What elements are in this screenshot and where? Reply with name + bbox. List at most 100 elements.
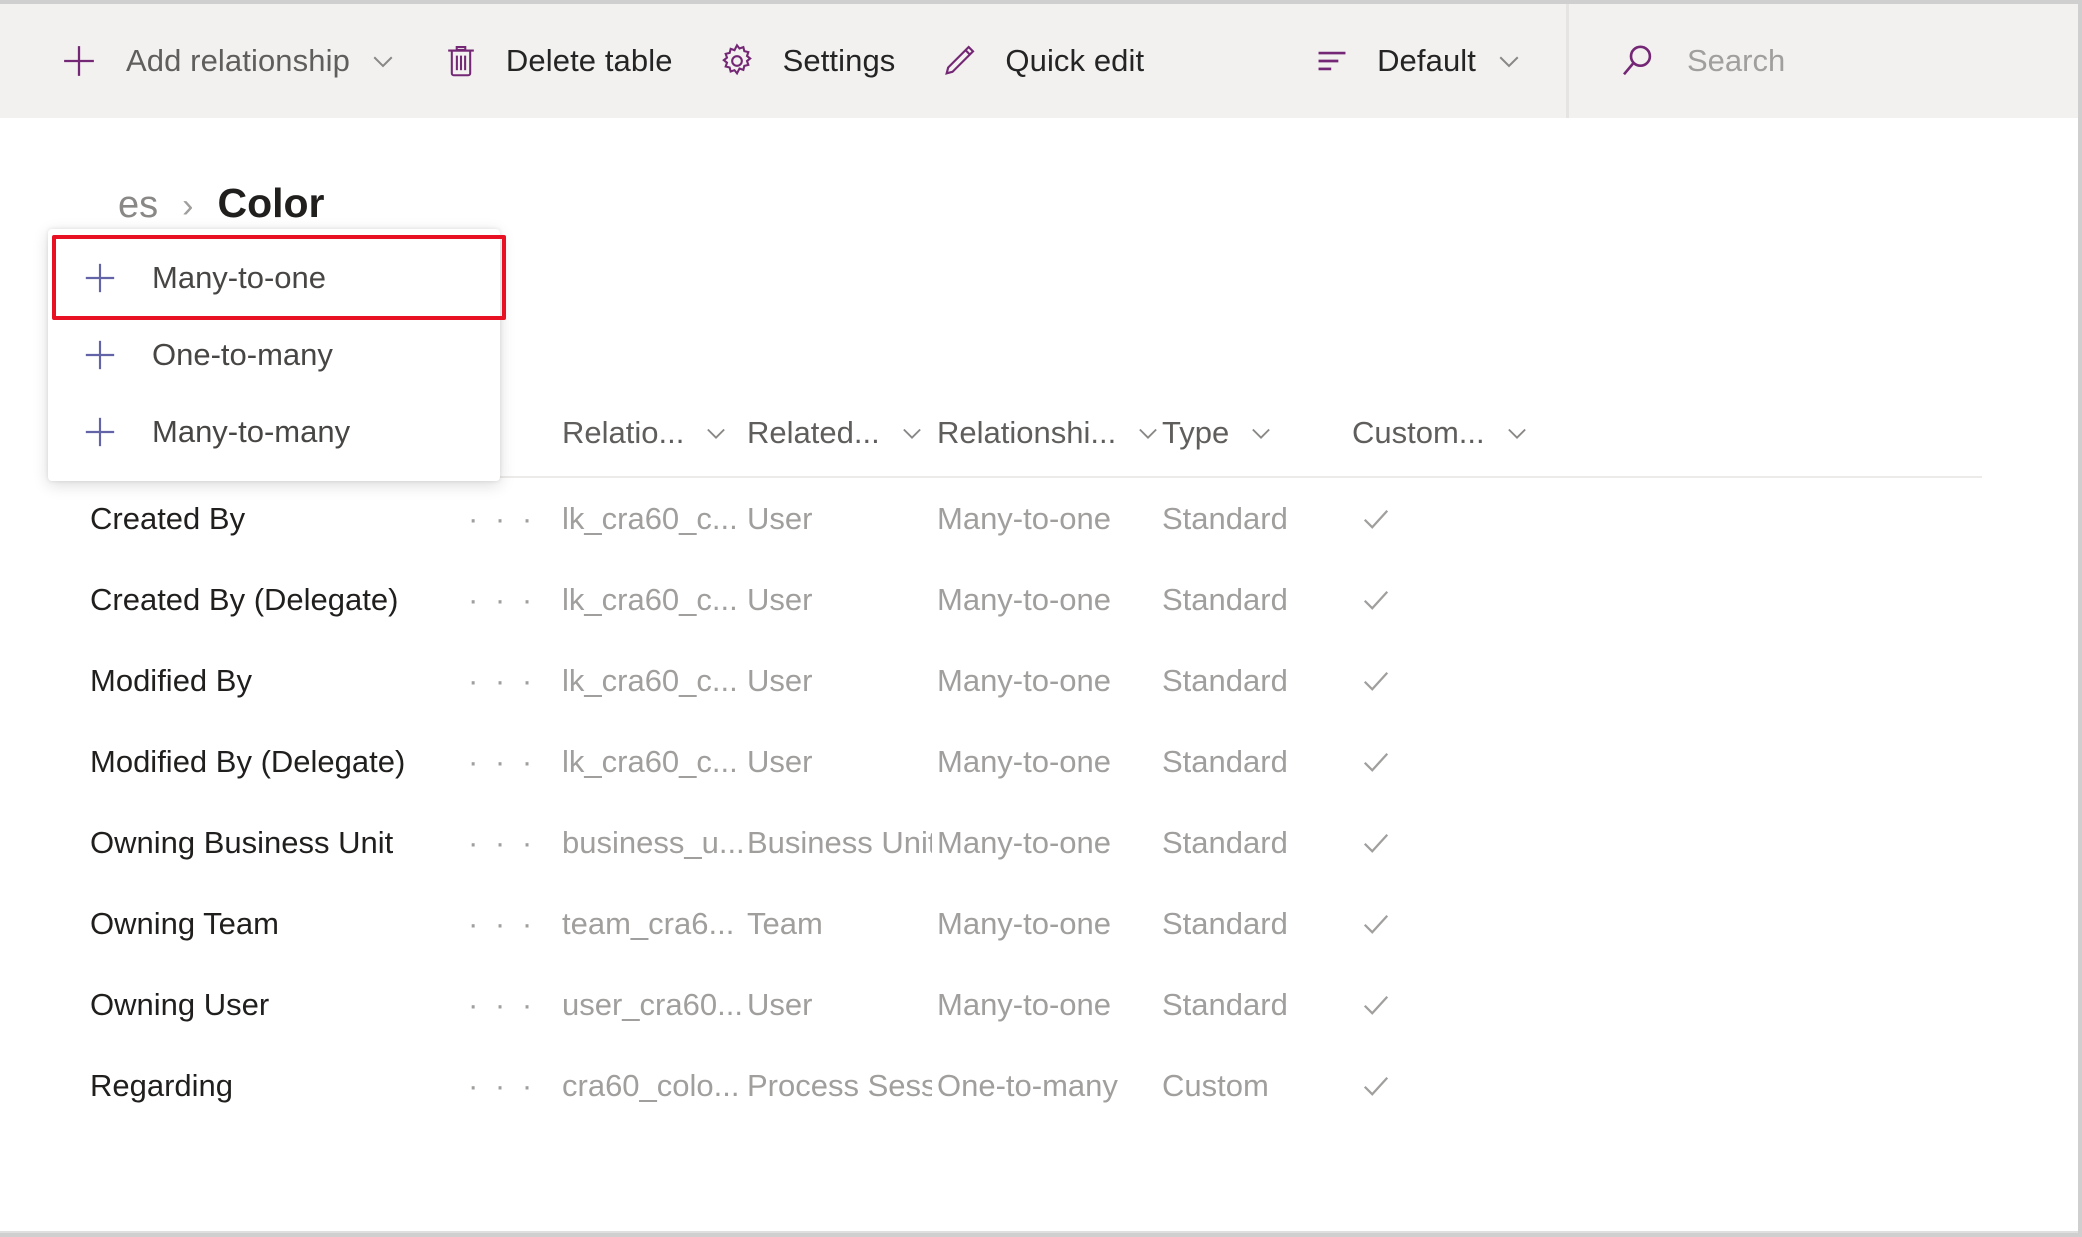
table-row[interactable]: Created By · · · lk_cra60_c... User Many… [90,478,1982,559]
chevron-down-icon[interactable] [702,419,730,447]
table-row[interactable]: Owning Team · · · team_cra6... Team Many… [90,883,1982,964]
cell-relationship-name: cra60_colo... [562,1067,740,1103]
cell-type: Standard [1162,905,1288,941]
chevron-down-icon[interactable] [1494,46,1524,76]
cell-relationship-type: Many-to-one [937,500,1112,536]
plus-icon [58,40,100,82]
column-header-related-table[interactable]: Related... [747,390,926,476]
view-selector-label: Default [1377,43,1476,78]
cell-related-table: User [747,986,813,1022]
cell-relationship-type: Many-to-one [937,986,1112,1022]
search-icon [1617,40,1659,82]
cell-type: Standard [1162,581,1288,617]
quick-edit-button[interactable]: Quick edit [939,4,1144,118]
cell-related-table: Team [747,905,823,941]
pencil-icon [939,41,979,81]
chevron-down-icon[interactable] [898,419,926,447]
search-box[interactable]: Search [1566,4,2078,118]
command-bar: Add relationship Delete table Settings Q… [0,4,2078,118]
cell-relationship-name: lk_cra60_c... [562,662,738,698]
trash-icon [442,42,480,80]
table-row[interactable]: Owning Business Unit · · · business_u...… [90,802,1982,883]
cell-type: Standard [1162,743,1288,779]
row-actions-menu[interactable]: · · · [468,883,536,964]
cell-relationship-name: team_cra6... [562,905,735,941]
cell-relationship-type: Many-to-one [937,905,1112,941]
menu-item-many-to-many[interactable]: Many-to-many [48,393,500,470]
cell-relationship-name: lk_cra60_c... [562,500,738,536]
menu-item-many-to-one[interactable]: Many-to-one [48,235,506,320]
cell-relationship-type: One-to-many [937,1067,1118,1103]
cell-type: Standard [1162,824,1288,860]
cell-relationship-name: lk_cra60_c... [562,743,738,779]
column-header-type-label: Type [1162,415,1230,450]
view-selector-button[interactable]: Default [1313,4,1566,118]
settings-button[interactable]: Settings [717,4,896,118]
cell-customizable [1358,802,1394,883]
table-row[interactable]: Modified By (Delegate) · · · lk_cra60_c.… [90,721,1982,802]
quick-edit-label: Quick edit [1005,43,1145,78]
cell-customizable [1358,721,1394,802]
column-header-related-table-label: Related... [747,415,880,450]
command-bar-left-group: Add relationship Delete table Settings Q… [0,4,1144,118]
plus-icon [78,412,122,452]
menu-item-one-to-many-label: One-to-many [152,336,333,372]
cell-type: Custom [1162,1067,1269,1103]
cell-customizable [1358,883,1394,964]
column-header-customizable-label: Custom... [1352,415,1485,450]
search-input[interactable]: Search [1687,43,1785,79]
row-actions-menu[interactable]: · · · [468,478,536,559]
add-relationship-menu: Many-to-one One-to-many Many-to-many [48,229,506,481]
app-window: Add relationship Delete table Settings Q… [0,0,2082,1237]
column-header-type[interactable]: Type [1162,390,1275,476]
cell-related-table: Process Sessi [747,1067,932,1103]
row-actions-menu[interactable]: · · · [468,964,536,1045]
table-row[interactable]: Owning User · · · user_cra60... User Man… [90,964,1982,1045]
menu-item-one-to-many[interactable]: One-to-many [48,316,500,393]
table-row[interactable]: Regarding · · · cra60_colo... Process Se… [90,1045,1982,1126]
grid-bottom-divider [0,1231,2078,1233]
chevron-down-icon[interactable] [1247,419,1275,447]
row-actions-menu[interactable]: · · · [468,640,536,721]
cell-relationship-type: Many-to-one [937,743,1112,779]
column-header-relationship-name-label: Relatio... [562,415,685,450]
chevron-right-icon: › [182,187,194,225]
breadcrumb: es › Color [118,180,325,227]
column-header-relationship-type-label: Relationshi... [937,415,1117,450]
column-header-customizable[interactable]: Custom... [1352,390,1531,476]
cell-customizable [1358,559,1394,640]
column-header-relationship-type[interactable]: Relationshi... [937,390,1162,476]
cell-customizable [1358,478,1394,559]
row-actions-menu[interactable]: · · · [468,802,536,883]
delete-table-button[interactable]: Delete table [442,4,673,118]
row-actions-menu[interactable]: · · · [468,721,536,802]
row-actions-menu[interactable]: · · · [468,1045,536,1126]
menu-item-many-to-one-label: Many-to-one [152,259,327,295]
table-row[interactable]: Modified By · · · lk_cra60_c... User Man… [90,640,1982,721]
cell-related-table: User [747,743,813,779]
cell-relationship-type: Many-to-one [937,662,1112,698]
delete-table-label: Delete table [505,43,673,78]
column-header-relationship-name[interactable]: Relatio... [562,390,730,476]
cell-related-table: User [747,581,813,617]
view-list-icon [1313,42,1351,80]
cell-relationship-name: business_u... [562,824,742,860]
chevron-down-icon[interactable] [1503,419,1531,447]
cell-relationship-name: user_cra60... [562,986,742,1022]
cell-customizable [1358,640,1394,721]
plus-icon [78,258,122,298]
add-relationship-button[interactable]: Add relationship [58,4,398,118]
page-title: Color [217,180,325,226]
cell-relationship-type: Many-to-one [937,824,1112,860]
chevron-down-icon[interactable] [368,46,398,76]
breadcrumb-parent[interactable]: es [118,184,158,227]
plus-icon [78,335,122,375]
row-actions-menu[interactable]: · · · [468,559,536,640]
menu-item-many-to-many-label: Many-to-many [152,413,351,449]
chevron-down-icon[interactable] [1134,419,1162,447]
table-row[interactable]: Created By (Delegate) · · · lk_cra60_c..… [90,559,1982,640]
cell-related-table: User [747,500,813,536]
relationships-grid: Display name ↑ Relatio... Related... [0,390,2078,1233]
cell-related-table: User [747,662,813,698]
cell-customizable [1358,1045,1394,1126]
